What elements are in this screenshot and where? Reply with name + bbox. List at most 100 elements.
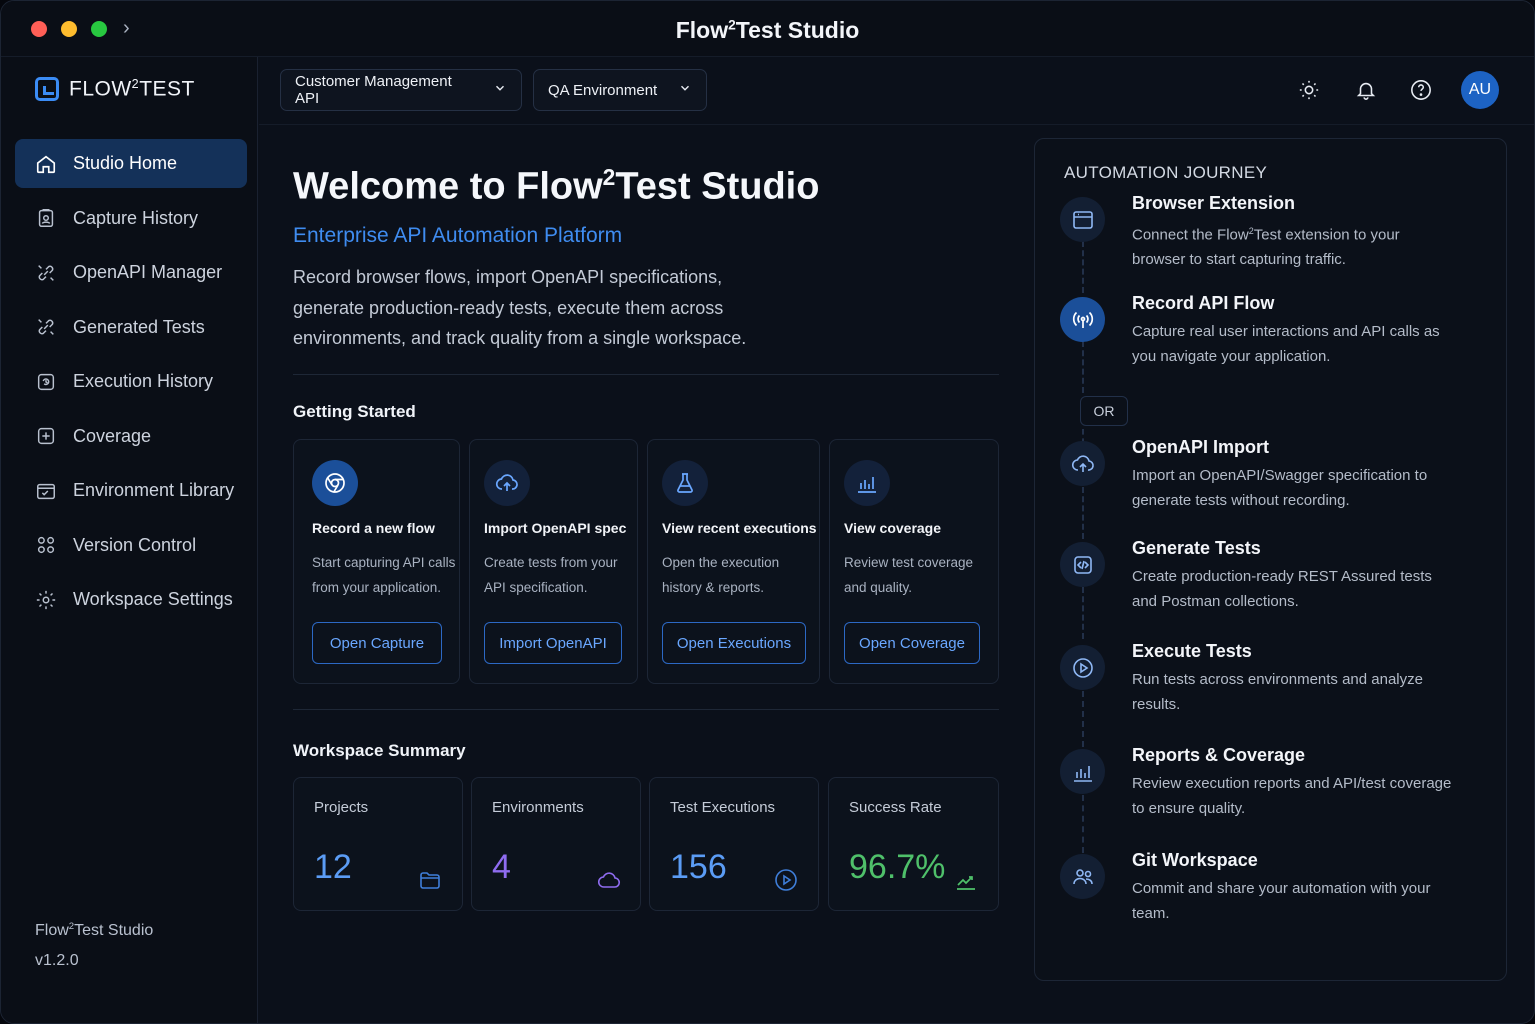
journey-connector <box>1082 487 1084 539</box>
step-description: Run tests across environments and analyz… <box>1132 671 1423 713</box>
project-select[interactable]: Customer Management API <box>280 69 522 111</box>
sidebar-item-execution-history[interactable]: Execution History <box>15 357 247 406</box>
home-icon <box>35 153 57 175</box>
journey-connector <box>1082 795 1084 853</box>
sidebar-item-capture-history[interactable]: Capture History <box>15 194 247 243</box>
divider <box>293 374 999 375</box>
getting-started-card-coverage: View coverage Review test coverage and q… <box>829 439 999 684</box>
cloud-upload-icon <box>1060 441 1105 486</box>
journey-connector <box>1082 691 1084 747</box>
chrome-icon <box>312 460 358 506</box>
flask-icon <box>662 460 708 506</box>
step-title: Browser Extension <box>1132 193 1296 213</box>
sidebar-item-workspace-settings[interactable]: Workspace Settings <box>15 575 247 624</box>
bar-chart-icon <box>844 460 890 506</box>
step-title: Generate Tests <box>1132 538 1261 558</box>
open-coverage-button[interactable]: Open Coverage <box>844 622 980 664</box>
chevron-down-icon <box>678 81 692 99</box>
open-executions-button[interactable]: Open Executions <box>662 622 806 664</box>
sidebar-item-version-control[interactable]: Version Control <box>15 521 247 570</box>
summary-card-environments[interactable]: Environments 4 <box>471 777 641 911</box>
sidebar-item-generated-tests[interactable]: Generated Tests <box>15 303 247 352</box>
play-circle-icon <box>1060 645 1105 690</box>
journey-connector <box>1082 587 1084 639</box>
brand-logo[interactable]: FLOW2TEST <box>35 77 195 102</box>
step-description: Connect the Flow2Test extension to your … <box>1132 226 1400 269</box>
project-select-value: Customer Management API <box>295 73 452 107</box>
trend-up-icon <box>954 868 978 892</box>
version-control-icon <box>35 534 57 556</box>
users-icon <box>1060 854 1105 899</box>
summary-value: 12 <box>314 848 352 886</box>
api-link-icon <box>35 262 57 284</box>
brand-name: FLOW2TEST <box>69 77 195 101</box>
intro-text: Record browser flows, import OpenAPI spe… <box>293 267 747 348</box>
sidebar-item-label: Coverage <box>73 425 152 446</box>
summary-card-test-executions[interactable]: Test Executions 156 <box>649 777 819 911</box>
step-description: Import an OpenAPI/Swagger specification … <box>1132 467 1428 509</box>
environment-select-value: QA Environment <box>548 81 658 99</box>
or-divider-badge: OR <box>1080 396 1128 426</box>
import-openapi-button[interactable]: Import OpenAPI <box>484 622 622 664</box>
broadcast-icon <box>1060 297 1105 342</box>
page-subtitle: Enterprise API Automation Platform <box>293 224 623 247</box>
avatar[interactable]: AU <box>1461 71 1499 109</box>
cloud-icon <box>596 868 621 892</box>
card-title: View coverage <box>844 520 942 536</box>
sidebar-item-coverage[interactable]: Coverage <box>15 412 247 461</box>
sidebar-item-label: Studio Home <box>73 153 178 173</box>
card-description: Create tests from your API specification… <box>484 555 618 595</box>
environment-select[interactable]: QA Environment <box>533 69 707 111</box>
cloud-upload-icon <box>484 460 530 506</box>
bell-icon[interactable] <box>1354 78 1378 102</box>
journey-connector <box>1082 341 1084 393</box>
step-title: OpenAPI Import <box>1132 437 1270 457</box>
workspace-summary-title: Workspace Summary <box>293 741 466 760</box>
play-circle-icon <box>774 868 798 892</box>
api-link-icon <box>35 316 57 338</box>
card-title: Import OpenAPI spec <box>484 520 627 536</box>
browser-window-icon <box>1060 197 1105 242</box>
summary-label: Projects <box>314 799 369 816</box>
coverage-icon <box>35 425 57 447</box>
step-description: Capture real user interactions and API c… <box>1132 323 1440 365</box>
chevron-down-icon <box>493 81 507 99</box>
bar-chart-icon <box>1060 749 1105 794</box>
sidebar-footer: Flow2Test Studio v1.2.0 <box>35 912 153 976</box>
step-title: Execute Tests <box>1132 641 1252 661</box>
title-bar: › Flow2Test Studio <box>1 1 1534 57</box>
theme-toggle-sun-icon[interactable] <box>1297 78 1321 102</box>
summary-value: 156 <box>670 848 727 886</box>
sidebar-item-label: Execution History <box>73 371 214 391</box>
sidebar-item-environment-library[interactable]: Environment Library <box>15 466 247 515</box>
environment-icon <box>35 480 57 502</box>
summary-label: Success Rate <box>849 799 942 816</box>
sidebar-item-openapi-manager[interactable]: OpenAPI Manager <box>15 248 247 297</box>
sidebar-item-label: OpenAPI Manager <box>73 262 223 282</box>
sidebar: FLOW2TEST Studio Home Capture History Op… <box>1 57 258 1023</box>
app-version: v1.2.0 <box>35 951 79 969</box>
card-title: View recent executions <box>662 520 817 536</box>
flow-logo-icon <box>35 77 59 102</box>
automation-journey-panel: AUTOMATION JOURNEY Browser Extension Con… <box>1034 138 1507 981</box>
summary-label: Environments <box>492 799 584 816</box>
summary-value: 4 <box>492 848 511 886</box>
getting-started-title: Getting Started <box>293 402 416 421</box>
step-description: Commit and share your automation with yo… <box>1132 880 1431 922</box>
open-capture-button[interactable]: Open Capture <box>312 622 442 664</box>
summary-card-projects[interactable]: Projects 12 <box>293 777 463 911</box>
help-icon[interactable] <box>1409 78 1433 102</box>
getting-started-card-import: Import OpenAPI spec Create tests from yo… <box>469 439 638 684</box>
summary-card-success-rate[interactable]: Success Rate 96.7% <box>828 777 999 911</box>
card-description: Start capturing API calls from your appl… <box>312 555 456 595</box>
step-title: Reports & Coverage <box>1132 745 1306 765</box>
sidebar-item-studio-home[interactable]: Studio Home <box>15 139 247 188</box>
getting-started-card-executions: View recent executions Open the executio… <box>647 439 820 684</box>
folder-icon <box>418 868 442 892</box>
gear-icon <box>35 589 57 611</box>
step-title: Record API Flow <box>1132 293 1275 313</box>
top-bar: Customer Management API QA Environment A… <box>259 57 1534 125</box>
summary-label: Test Executions <box>670 799 776 816</box>
sidebar-nav: Studio Home Capture History OpenAPI Mana… <box>15 139 247 630</box>
card-description: Review test coverage and quality. <box>844 555 974 595</box>
